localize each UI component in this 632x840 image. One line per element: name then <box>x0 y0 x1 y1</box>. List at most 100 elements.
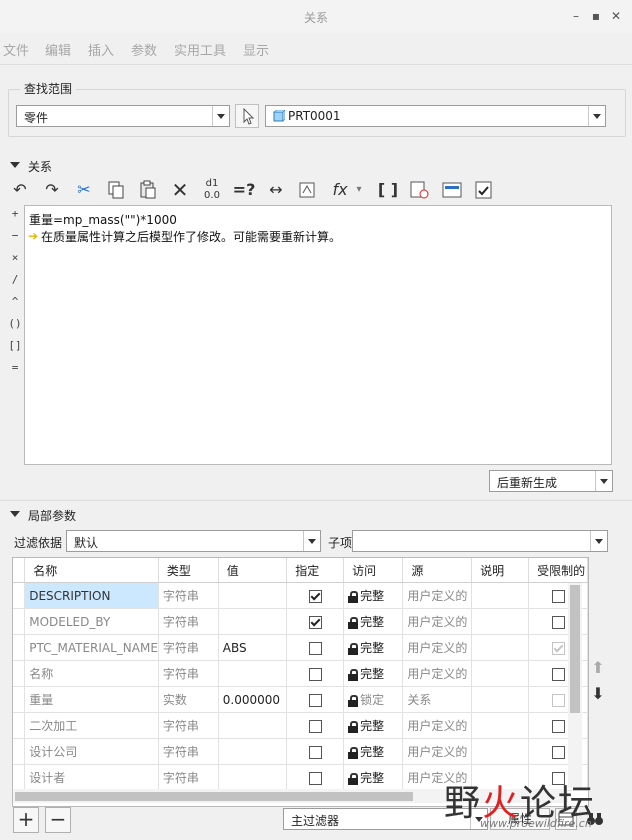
operator-power[interactable]: ^ <box>8 295 22 308</box>
cell-designated[interactable] <box>286 686 345 713</box>
table-row[interactable]: 重量 实数 0.000000 锁定 关系 <box>13 686 588 713</box>
table-row[interactable]: PTC_MATERIAL_NAME 字符串 ABS 完整 用户定义的 <box>13 634 588 661</box>
cell-type[interactable]: 字符串 <box>158 712 219 739</box>
designated-checkbox[interactable] <box>308 771 322 785</box>
row-header-cell[interactable] <box>13 686 26 713</box>
table-row[interactable]: 二次加工 字符串 完整 用户定义的 <box>13 712 588 739</box>
cut-icon[interactable]: ✂ <box>72 178 96 202</box>
cell-description[interactable] <box>471 738 530 765</box>
designated-checkbox[interactable] <box>308 745 322 759</box>
column-header-designated[interactable]: 指定 <box>286 558 345 583</box>
move-up-icon[interactable]: ⬆ <box>590 660 606 676</box>
relations-section-header[interactable]: 关系 <box>0 156 632 176</box>
designated-checkbox[interactable] <box>308 667 322 681</box>
relation-line[interactable]: 重量=mp_mass("")*1000 <box>29 211 177 228</box>
column-header-type[interactable]: 类型 <box>158 558 219 583</box>
cell-source[interactable]: 用户定义的 <box>402 634 473 661</box>
cell-name[interactable]: 名称 <box>24 660 159 687</box>
cell-description[interactable] <box>471 608 530 635</box>
operator-divide[interactable]: / <box>8 273 22 286</box>
row-header-cell[interactable] <box>13 764 26 791</box>
sort-relations-icon[interactable] <box>440 178 464 202</box>
operator-multiply[interactable]: × <box>8 251 22 264</box>
cell-name[interactable]: 重量 <box>24 686 159 713</box>
copy-icon[interactable] <box>104 178 128 202</box>
evaluate-icon[interactable]: =? <box>232 178 256 202</box>
restricted-checkbox[interactable] <box>551 693 565 707</box>
row-header-cell[interactable] <box>13 582 26 609</box>
cell-type[interactable]: 字符串 <box>158 608 219 635</box>
cell-type[interactable]: 字符串 <box>158 738 219 765</box>
column-header-access[interactable]: 访问 <box>343 558 404 583</box>
minimize-icon[interactable]: – <box>568 8 584 24</box>
cell-value[interactable]: ABS <box>218 634 288 661</box>
cell-type[interactable]: 字符串 <box>158 634 219 661</box>
cell-designated[interactable] <box>286 764 345 791</box>
cell-type[interactable]: 字符串 <box>158 660 219 687</box>
menu-insert[interactable]: 插入 <box>88 40 114 59</box>
cell-value[interactable] <box>218 660 288 687</box>
table-horizontal-scroll-thumb[interactable] <box>15 792 413 801</box>
designated-checkbox[interactable] <box>308 615 322 629</box>
add-parameter-button[interactable]: + <box>13 807 39 833</box>
operator-minus[interactable]: − <box>8 229 22 242</box>
menu-edit[interactable]: 编辑 <box>45 40 71 59</box>
subitem-dropdown[interactable] <box>352 530 608 552</box>
cell-access[interactable]: 完整 <box>343 634 404 661</box>
cell-source[interactable]: 用户定义的 <box>402 660 473 687</box>
cell-description[interactable] <box>471 686 530 713</box>
close-icon[interactable]: ✕ <box>608 8 624 24</box>
table-row[interactable]: MODELED_BY 字符串 完整 用户定义的 <box>13 608 588 635</box>
cell-description[interactable] <box>471 582 530 609</box>
cell-designated[interactable] <box>286 712 345 739</box>
column-header-name[interactable]: 名称 <box>24 558 159 583</box>
cell-value[interactable] <box>218 582 288 609</box>
cell-type[interactable]: 实数 <box>158 686 219 713</box>
cell-access[interactable]: 锁定 <box>343 686 404 713</box>
operator-parens[interactable]: () <box>8 317 22 330</box>
execute-verify-icon[interactable] <box>472 178 496 202</box>
function-icon[interactable]: fx <box>328 178 352 202</box>
local-params-section-header[interactable]: 局部参数 <box>0 505 632 525</box>
scope-model-dropdown[interactable]: PRT0001 <box>265 105 606 127</box>
cell-designated[interactable] <box>286 660 345 687</box>
paste-icon[interactable] <box>136 178 160 202</box>
restricted-checkbox[interactable] <box>551 719 565 733</box>
table-row[interactable]: DESCRIPTION 字符串 完整 用户定义的 <box>13 582 588 609</box>
restricted-checkbox[interactable] <box>551 589 565 603</box>
cell-source[interactable]: 用户定义的 <box>402 608 473 635</box>
cell-name[interactable]: MODELED_BY <box>24 608 159 635</box>
cell-source[interactable]: 用户定义的 <box>402 712 473 739</box>
undo-icon[interactable]: ↶ <box>8 178 32 202</box>
row-header-cell[interactable] <box>13 660 26 687</box>
designated-checkbox[interactable] <box>308 719 322 733</box>
table-row[interactable]: 设计公司 字符串 完整 用户定义的 <box>13 738 588 765</box>
restricted-checkbox[interactable] <box>551 641 565 655</box>
menu-file[interactable]: 文件 <box>3 40 29 59</box>
restricted-checkbox[interactable] <box>551 615 565 629</box>
delete-icon[interactable]: ✕ <box>168 178 192 202</box>
remove-parameter-button[interactable]: − <box>45 807 71 833</box>
cell-value[interactable] <box>218 712 288 739</box>
table-row[interactable]: 名称 字符串 完整 用户定义的 <box>13 660 588 687</box>
cell-description[interactable] <box>471 634 530 661</box>
operator-plus[interactable]: + <box>8 207 22 220</box>
cell-value[interactable] <box>218 608 288 635</box>
relations-editor[interactable]: 重量=mp_mass("")*1000 ➔ 在质量属性计算之后模型作了修改。可能… <box>24 205 612 465</box>
cell-value[interactable] <box>218 764 288 791</box>
regen-dropdown[interactable]: 后重新生成 <box>489 470 613 492</box>
cell-name[interactable]: 二次加工 <box>24 712 159 739</box>
column-header-description[interactable]: 说明 <box>471 558 530 583</box>
cell-type[interactable]: 字符串 <box>158 764 219 791</box>
menu-utilities[interactable]: 实用工具 <box>174 40 226 59</box>
cell-access[interactable]: 完整 <box>343 582 404 609</box>
cell-name[interactable]: 设计者 <box>24 764 159 791</box>
cell-description[interactable] <box>471 712 530 739</box>
row-header-cell[interactable] <box>13 712 26 739</box>
menu-display[interactable]: 显示 <box>243 40 269 59</box>
brackets-icon[interactable]: [ ] <box>376 178 400 202</box>
designated-checkbox[interactable] <box>308 641 322 655</box>
cell-description[interactable] <box>471 660 530 687</box>
switch-dimension-icon[interactable]: d1 0.0 <box>200 178 224 202</box>
menu-parameters[interactable]: 参数 <box>131 40 157 59</box>
